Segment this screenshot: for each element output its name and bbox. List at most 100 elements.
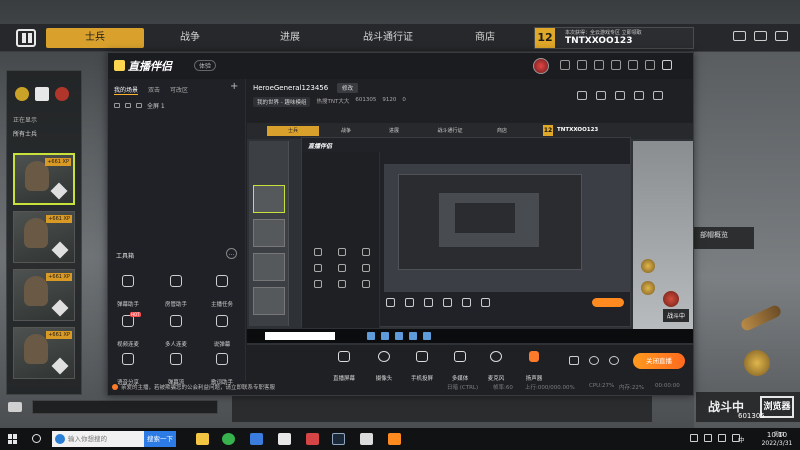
preview-tab: 战斗通行证 xyxy=(437,128,463,134)
faction-germany-icon[interactable] xyxy=(35,87,49,101)
game-tab-war[interactable]: 战争 xyxy=(160,28,220,48)
record-icon[interactable] xyxy=(569,356,579,365)
stop-stream-button[interactable]: 关闭直播 xyxy=(633,353,685,369)
game-logo-icon[interactable] xyxy=(16,29,36,47)
screen-icon[interactable] xyxy=(615,91,625,100)
tab-my-scenes[interactable]: 我的场景 xyxy=(114,85,139,95)
chat-icon[interactable] xyxy=(8,402,22,412)
fans-count: 0 xyxy=(402,97,406,103)
version-badge[interactable]: 体验 xyxy=(194,60,217,71)
maximize-icon[interactable] xyxy=(645,60,655,70)
medal-icon[interactable] xyxy=(744,350,770,376)
search-icon[interactable] xyxy=(32,434,41,443)
friends-icon[interactable] xyxy=(754,31,767,41)
overview-label[interactable]: 部帽概览 xyxy=(694,227,754,249)
preview-task-icon xyxy=(381,332,389,340)
voice-share-icon xyxy=(122,353,134,365)
game-bottom-bar xyxy=(232,394,652,422)
preview-nested-window xyxy=(398,174,582,270)
tab-double[interactable]: 双击 xyxy=(148,85,160,95)
preview-tool-icon xyxy=(338,248,346,256)
tool-multi-link[interactable]: 多人连麦 xyxy=(156,315,196,350)
tool-streamer-task[interactable]: 主播任务 xyxy=(202,275,242,310)
avatar[interactable] xyxy=(533,58,549,74)
soldier-xp-tag: +661 XP xyxy=(46,331,72,339)
game-tab-soldiers[interactable]: 士兵 xyxy=(46,28,144,48)
room-id: 601305 xyxy=(355,97,377,103)
app-icon-green[interactable] xyxy=(222,433,235,445)
stream-preview[interactable]: 士兵 战争 进展 战斗通行证 商店 12 TNTXXOO123 直播伴侣 战斗中 xyxy=(247,123,693,345)
preview-soldier xyxy=(253,287,285,315)
soldier-card[interactable]: +661 XP xyxy=(13,327,75,379)
multi-link-icon xyxy=(170,315,182,327)
settings-icon[interactable] xyxy=(594,60,604,70)
close-icon[interactable] xyxy=(662,60,672,70)
network-icon[interactable] xyxy=(704,434,712,442)
room-title: HeroeGeneral123456 xyxy=(253,84,329,92)
lock-screen-icon[interactable] xyxy=(596,91,606,100)
edit-room-button[interactable]: 修改 xyxy=(337,83,359,93)
menu-icon[interactable] xyxy=(775,31,788,41)
os-taskbar: 搜索一下 中 10:10 2022/3/31 xyxy=(0,428,800,450)
player-badge-subtext: 本次获得：全云游戏专区 立即领取 xyxy=(565,30,642,36)
feedback-icon[interactable] xyxy=(577,60,587,70)
game-taskbar-icon[interactable] xyxy=(360,433,373,445)
more-tools-icon[interactable]: … xyxy=(226,248,237,259)
clock-date: 2022/3/31 xyxy=(761,440,793,447)
preview-control-icon xyxy=(462,298,471,307)
visibility-icon[interactable] xyxy=(114,103,120,108)
taskbar-search-input[interactable] xyxy=(68,432,142,446)
game-tab-progress[interactable]: 进展 xyxy=(262,28,318,48)
document-icon[interactable] xyxy=(278,433,291,445)
preview-control-icon xyxy=(405,298,414,307)
minimize-icon[interactable] xyxy=(628,60,638,70)
preview-task-icon xyxy=(409,332,417,340)
scene-item[interactable]: 全屏 1 xyxy=(114,101,165,110)
stream-settings-icon[interactable] xyxy=(609,356,619,365)
tool-danmaku-assistant[interactable]: 弹幕助手 xyxy=(108,275,148,310)
layout-icon[interactable] xyxy=(577,91,587,100)
tool-video-link[interactable]: HOT 视频连麦 xyxy=(108,312,148,350)
faction-usa-icon[interactable] xyxy=(15,87,29,101)
soldier-card[interactable]: +661 XP xyxy=(13,269,75,321)
taskbar-search-button[interactable]: 搜索一下 xyxy=(144,431,176,447)
app-main: HeroeGeneral123456 修改 我的世界 - 趣味模组 热搜TNT大… xyxy=(247,79,693,395)
faction-ussr-icon[interactable] xyxy=(55,87,69,101)
soldier-card[interactable]: +661 XP xyxy=(13,153,75,205)
notification-icon[interactable] xyxy=(634,91,644,100)
category-chip[interactable]: 我的世界 - 趣味模组 xyxy=(253,97,311,107)
file-explorer-icon[interactable] xyxy=(196,433,209,445)
share-icon[interactable] xyxy=(653,91,663,100)
skin-icon[interactable] xyxy=(611,60,621,70)
player-badge[interactable]: 12 本次获得：全云游戏专区 立即领取 TNTXXOO123 xyxy=(534,27,694,49)
app-icon-blue[interactable] xyxy=(250,433,263,445)
ime-indicator[interactable]: 中 xyxy=(738,434,745,444)
tab-editable[interactable]: 可改区 xyxy=(170,85,188,95)
steam-icon[interactable] xyxy=(332,433,345,445)
mail-icon[interactable] xyxy=(733,31,746,41)
soldier-filter-dropdown[interactable]: 所有士兵 xyxy=(13,129,37,138)
preview-tools xyxy=(308,248,376,288)
tool-speak-danmaku[interactable]: 说弹幕 xyxy=(202,315,242,350)
start-menu-icon[interactable] xyxy=(8,434,18,444)
game-tab-store[interactable]: 商店 xyxy=(460,28,510,48)
speaker-button[interactable]: 扬声器 xyxy=(511,351,557,384)
tray-chevron-icon[interactable] xyxy=(690,434,698,442)
volume-icon[interactable] xyxy=(718,434,726,442)
game-chat-input[interactable] xyxy=(32,400,218,414)
tool-room-manager[interactable]: 房管助手 xyxy=(156,275,196,310)
lock-icon[interactable] xyxy=(125,103,131,108)
soldier-card[interactable]: +661 XP xyxy=(13,211,75,263)
preview-tool-icon xyxy=(362,280,370,288)
preview-tool-icon xyxy=(314,280,322,288)
rank-icon xyxy=(50,182,68,200)
screen: 士兵 战争 进展 战斗通行证 商店 12 本次获得：全云游戏专区 立即领取 TN… xyxy=(0,0,800,450)
soldier-xp-tag: +661 XP xyxy=(45,158,71,166)
add-scene-icon[interactable]: + xyxy=(230,81,238,92)
preview-soldier xyxy=(253,219,285,247)
streamer-app-taskbar-icon[interactable] xyxy=(388,433,401,445)
message-icon[interactable] xyxy=(560,60,570,70)
video-app-icon[interactable] xyxy=(306,433,319,445)
game-tab-battle-pass[interactable]: 战斗通行证 xyxy=(348,28,428,48)
preview-eye-icon[interactable] xyxy=(589,356,599,365)
